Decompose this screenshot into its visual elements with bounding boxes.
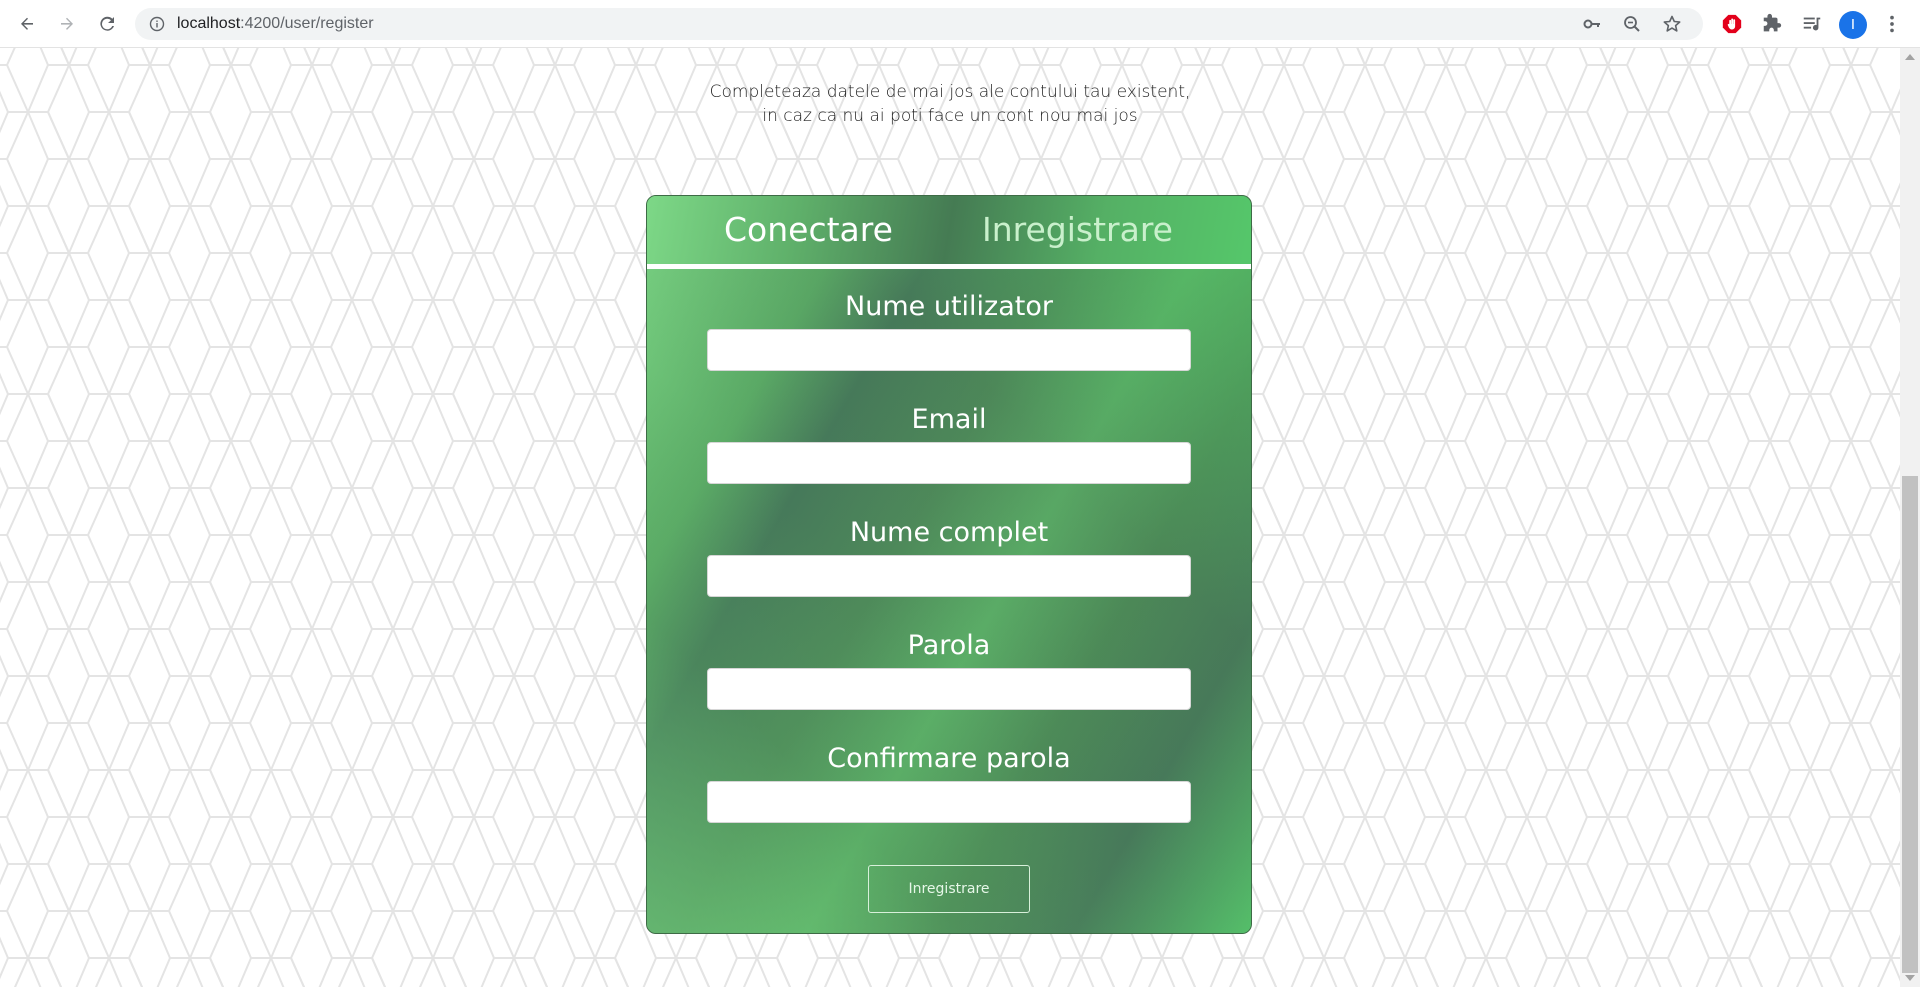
page-scrollbar[interactable] <box>1900 48 1920 987</box>
username-input[interactable] <box>707 329 1191 371</box>
email-label: Email <box>911 404 987 435</box>
tab-register[interactable]: Inregistrare <box>982 206 1173 254</box>
register-form: Nume utilizator Email Nume complet Parol… <box>647 269 1251 933</box>
email-input[interactable] <box>707 442 1191 484</box>
scroll-down-arrow-icon[interactable] <box>1905 975 1915 981</box>
back-button[interactable] <box>11 8 43 40</box>
intro-line-1: Completeaza datele de mai jos ale contul… <box>709 82 1191 102</box>
profile-avatar[interactable]: I <box>1839 11 1867 39</box>
password-input[interactable] <box>707 668 1191 710</box>
register-submit-button[interactable]: Inregistrare <box>868 865 1030 913</box>
confirm-password-input[interactable] <box>707 781 1191 823</box>
password-label: Parola <box>907 630 991 661</box>
info-icon[interactable] <box>149 16 165 32</box>
url-text[interactable]: localhost:4200/user/register <box>177 8 374 40</box>
address-bar[interactable]: localhost:4200/user/register <box>135 8 1703 40</box>
star-icon[interactable] <box>1662 14 1682 34</box>
forward-arrow-icon <box>61 17 73 30</box>
media-queue-icon[interactable] <box>1800 12 1824 36</box>
forward-button[interactable] <box>51 8 83 40</box>
scroll-up-arrow-icon[interactable] <box>1905 54 1915 60</box>
zoom-out-icon[interactable] <box>1622 14 1642 34</box>
intro-line-2: in caz ca nu ai poti face un cont nou ma… <box>762 106 1138 126</box>
intro-text: Completeaza datele de mai jos ale contul… <box>0 80 1900 128</box>
reload-icon <box>100 16 114 31</box>
browser-toolbar: localhost:4200/user/register I <box>0 0 1920 48</box>
kebab-menu-icon[interactable] <box>1880 12 1904 36</box>
fullname-label: Nume complet <box>849 517 1049 548</box>
reload-button[interactable] <box>91 8 123 40</box>
auth-tabs: Conectare Inregistrare <box>647 196 1251 264</box>
auth-card: Conectare Inregistrare Nume utilizator E… <box>646 195 1252 934</box>
back-arrow-icon <box>21 17 33 30</box>
scrollbar-thumb[interactable] <box>1902 476 1918 973</box>
tab-login[interactable]: Conectare <box>724 206 893 254</box>
confirm-password-label: Confirmare parola <box>827 743 1071 774</box>
key-icon[interactable] <box>1582 14 1602 34</box>
username-label: Nume utilizator <box>845 291 1053 322</box>
page-viewport: Completeaza datele de mai jos ale contul… <box>0 48 1900 987</box>
fullname-input[interactable] <box>707 555 1191 597</box>
stop-hand-icon[interactable] <box>1720 12 1744 36</box>
puzzle-icon[interactable] <box>1760 12 1784 36</box>
